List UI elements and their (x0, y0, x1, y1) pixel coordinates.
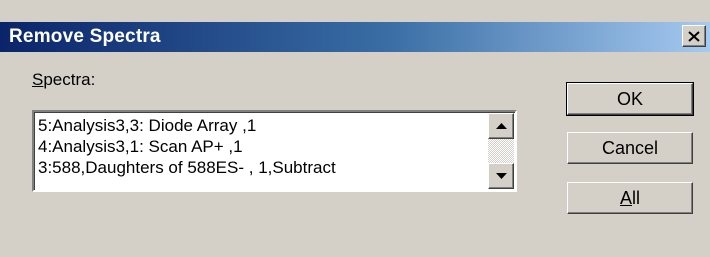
spectra-label-text: pectra: (43, 70, 96, 89)
vertical-scrollbar[interactable] (488, 113, 514, 189)
close-button[interactable] (682, 25, 706, 47)
all-button-accelerator: A (619, 187, 632, 208)
arrow-up-icon (495, 117, 507, 135)
all-button-text: ll (632, 187, 640, 208)
spectra-listbox[interactable]: 5:Analysis3,3: Diode Array ,1 4:Analysis… (32, 110, 517, 192)
close-icon (688, 30, 700, 42)
ok-button[interactable]: OK (566, 82, 694, 116)
scroll-down-button[interactable] (488, 163, 514, 189)
title-bar[interactable]: Remove Spectra (0, 22, 710, 52)
scroll-up-button[interactable] (488, 113, 514, 139)
list-item[interactable]: 4:Analysis3,1: Scan AP+ ,1 (38, 136, 485, 157)
list-item[interactable]: 5:Analysis3,3: Diode Array ,1 (38, 115, 485, 136)
dialog-title: Remove Spectra (9, 26, 161, 47)
spectra-list: 5:Analysis3,3: Diode Array ,1 4:Analysis… (38, 115, 485, 178)
arrow-down-icon (495, 167, 507, 185)
remove-spectra-dialog: Remove Spectra Spectra: 5:Analysis3,3: D… (0, 0, 710, 257)
spectra-label-accelerator: S (32, 70, 44, 89)
list-item[interactable]: 3:588,Daughters of 588ES- , 1,Subtract (38, 157, 485, 178)
spectra-label: Spectra: (32, 70, 95, 90)
all-button[interactable]: All (567, 182, 693, 214)
cancel-button[interactable]: Cancel (567, 132, 693, 164)
